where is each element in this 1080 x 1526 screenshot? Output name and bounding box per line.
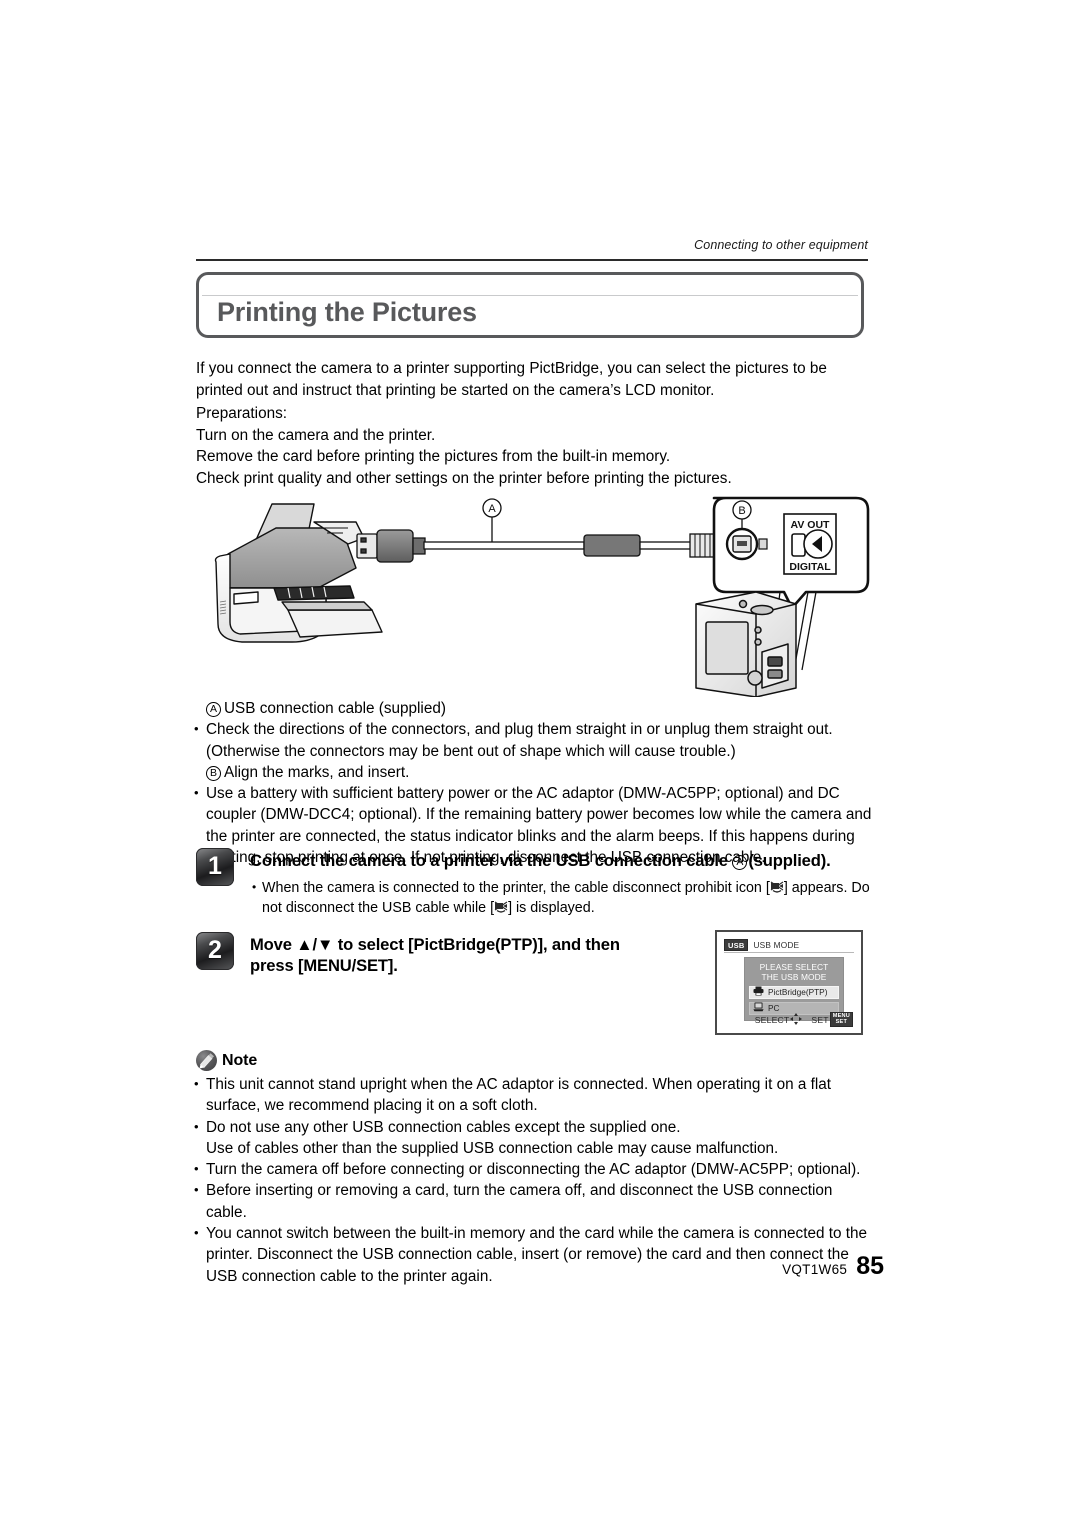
page-title-box: Printing the Pictures (196, 272, 864, 338)
note-label: Note (222, 1051, 258, 1069)
diagram-notes-list: AUSB connection cable (supplied) Check t… (193, 698, 875, 868)
svg-text:B: B (738, 505, 745, 517)
header-rule (196, 259, 868, 261)
preparations-line: Check print quality and other settings o… (196, 469, 732, 487)
list-item-text: Before inserting or removing a card, tur… (206, 1182, 833, 1221)
running-header: Connecting to other equipment (694, 238, 868, 252)
usb-plug-a (356, 529, 426, 563)
list-item: B Align the marks, and insert. (193, 762, 875, 783)
connection-diagram: A AV OUT DIGITAL B (196, 492, 872, 698)
ref-label-a-icon: A (732, 855, 748, 870)
lcd-option-label: PictBridge(PTP) (768, 987, 828, 998)
usb-tag-icon: USB (724, 939, 749, 951)
step-1-subnote: When the camera is connected to the prin… (250, 877, 870, 918)
list-item: This unit cannot stand upright when the … (193, 1073, 877, 1117)
preparations-line: Turn on the camera and the printer. (196, 426, 436, 444)
ref-label-b-icon: B (206, 765, 221, 781)
page-title: Printing the Pictures (217, 297, 477, 327)
step-1-title: Connect the camera to a printer via the … (250, 850, 872, 871)
list-item-text: Do not use any other USB connection cabl… (206, 1118, 681, 1136)
manual-code: VQT1W65 (782, 1262, 848, 1277)
intro-paragraph: If you connect the camera to a printer s… (196, 360, 827, 399)
printer-icon (753, 986, 764, 998)
preparations-line: Preparations: (196, 405, 287, 422)
diagram-svg: A AV OUT DIGITAL B (214, 496, 870, 698)
step-1-sub-before: When the camera is connected to the prin… (262, 880, 770, 896)
step-1-sub-after: ] is displayed. (508, 900, 595, 916)
step-1-title-before: Connect the camera to a printer via the … (250, 851, 728, 870)
list-item-text: This unit cannot stand upright when the … (206, 1076, 832, 1115)
camera-illustration (695, 591, 797, 698)
lcd-select-hint: SELECT (754, 1012, 803, 1027)
list-item-text: You cannot switch between the built-in m… (206, 1225, 867, 1285)
step-2-number: 2 (208, 935, 222, 964)
note-list: This unit cannot stand upright when the … (193, 1073, 877, 1287)
lcd-footer: SELECT SET MENU SET (717, 1012, 853, 1027)
svg-text:A: A (488, 503, 496, 515)
step-1-badge: 1 (196, 848, 234, 886)
list-item-text: Use of cables other than the supplied US… (206, 1139, 779, 1157)
list-item: Check the directions of the connectors, … (193, 718, 875, 762)
step-1-number: 1 (208, 851, 222, 880)
title-box-divider (202, 295, 858, 296)
svg-text:AV OUT: AV OUT (791, 519, 830, 531)
list-item: Do not use any other USB connection cabl… (193, 1116, 877, 1138)
menu-set-key-icon: MENU SET (829, 1012, 853, 1027)
list-item: You cannot switch between the built-in m… (193, 1222, 877, 1287)
cable-disconnect-prohibit-icon (494, 900, 508, 914)
list-item: Before inserting or removing a card, tur… (193, 1179, 877, 1223)
preparations-line: Remove the card before printing the pict… (196, 448, 671, 465)
page-footer: VQT1W65 85 (782, 1252, 884, 1281)
note-heading: Note (196, 1050, 257, 1071)
ref-label-a-icon: A (206, 702, 221, 717)
lcd-screen-mockup: USB USB MODE PLEASE SELECT THE USB MODE … (715, 930, 863, 1035)
list-item-text: Align the marks, and insert. (224, 763, 410, 781)
list-item: Use of cables other than the supplied US… (193, 1138, 877, 1159)
usb-cable (423, 533, 719, 558)
pencil-icon (196, 1050, 217, 1071)
lcd-panel-title-line1: PLEASE SELECT (759, 962, 829, 972)
printer-illustration (214, 503, 383, 643)
step-2-badge: 2 (196, 932, 234, 970)
lcd-set-label: SET (811, 1014, 829, 1025)
list-item-text: Turn the camera off before connecting or… (206, 1161, 861, 1179)
svg-text:DIGITAL: DIGITAL (789, 561, 831, 573)
dpad-icon (790, 1012, 803, 1027)
manual-page: Connecting to other equipment Printing t… (0, 0, 1080, 1526)
lcd-panel-title-line2: THE USB MODE (761, 972, 827, 983)
cable-disconnect-prohibit-icon (770, 880, 784, 894)
list-item: A USB connection cable (supplied) (193, 698, 875, 719)
ref-label-a: A (482, 498, 502, 542)
lcd-select-label: SELECT (754, 1014, 790, 1025)
menu-set-key-line2: SET (835, 1018, 848, 1025)
lcd-set-hint: SET MENU SET (811, 1012, 853, 1027)
list-item-text: Check the directions of the connectors, … (206, 721, 833, 760)
list-item-text: USB connection cable (supplied) (224, 700, 446, 717)
step-1-title-after: (supplied). (748, 851, 831, 870)
list-item: When the camera is connected to the prin… (250, 877, 870, 918)
preparations-block: Preparations: Turn on the camera and the… (196, 403, 872, 489)
lcd-option-pictbridge[interactable]: PictBridge(PTP) (749, 985, 839, 999)
lcd-topbar-label: USB MODE (753, 940, 800, 950)
lcd-topbar: USB USB MODE (724, 938, 854, 953)
list-item: Turn the camera off before connecting or… (193, 1158, 877, 1180)
page-number: 85 (856, 1252, 884, 1280)
camera-port-callout: AV OUT DIGITAL B (712, 496, 870, 610)
